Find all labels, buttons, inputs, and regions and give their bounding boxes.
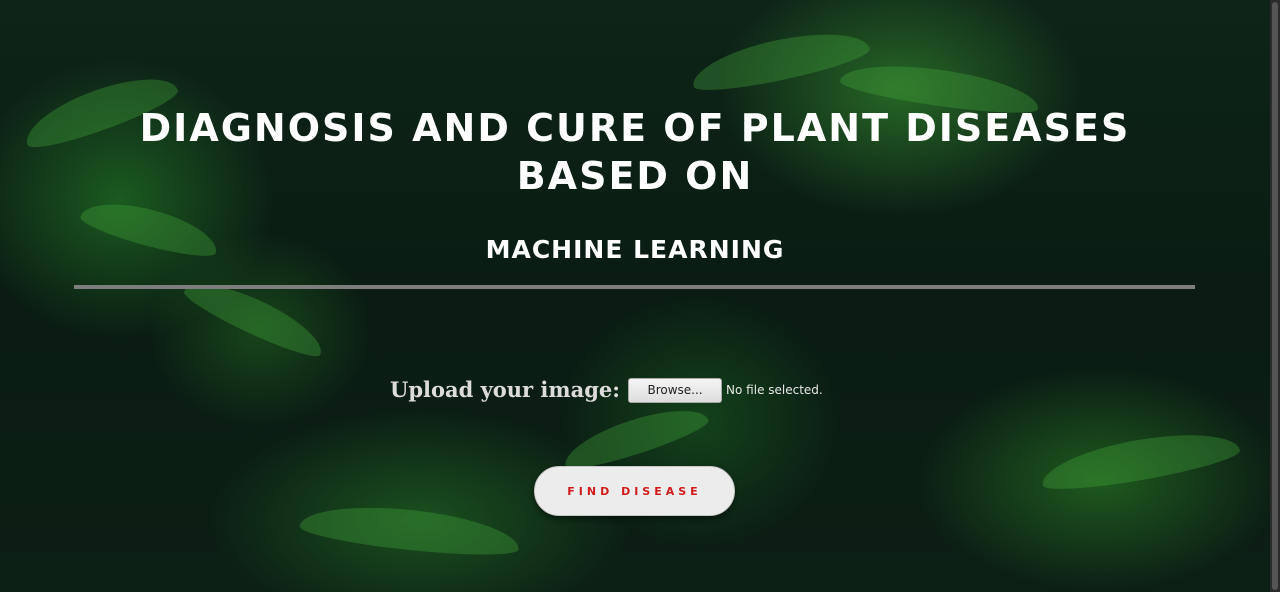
vertical-scrollbar[interactable] <box>1270 0 1280 592</box>
divider <box>74 285 1195 289</box>
page-title: DIAGNOSIS AND CURE OF PLANT DISEASES BAS… <box>120 104 1150 200</box>
scrollbar-thumb[interactable] <box>1272 2 1278 590</box>
page-title-line1: DIAGNOSIS AND CURE OF PLANT DISEASES <box>139 106 1131 150</box>
find-disease-button[interactable]: FIND DISEASE <box>534 466 735 516</box>
browse-button[interactable]: Browse... <box>628 377 723 403</box>
upload-label: Upload your image: <box>390 376 621 402</box>
page-title-line2: BASED ON <box>516 154 754 198</box>
page-subtitle: MACHINE LEARNING <box>485 235 785 264</box>
upload-row: Upload your image: Browse... No file sel… <box>390 374 823 404</box>
file-status-text: No file selected. <box>726 383 823 397</box>
main-content: DIAGNOSIS AND CURE OF PLANT DISEASES BAS… <box>0 0 1270 592</box>
